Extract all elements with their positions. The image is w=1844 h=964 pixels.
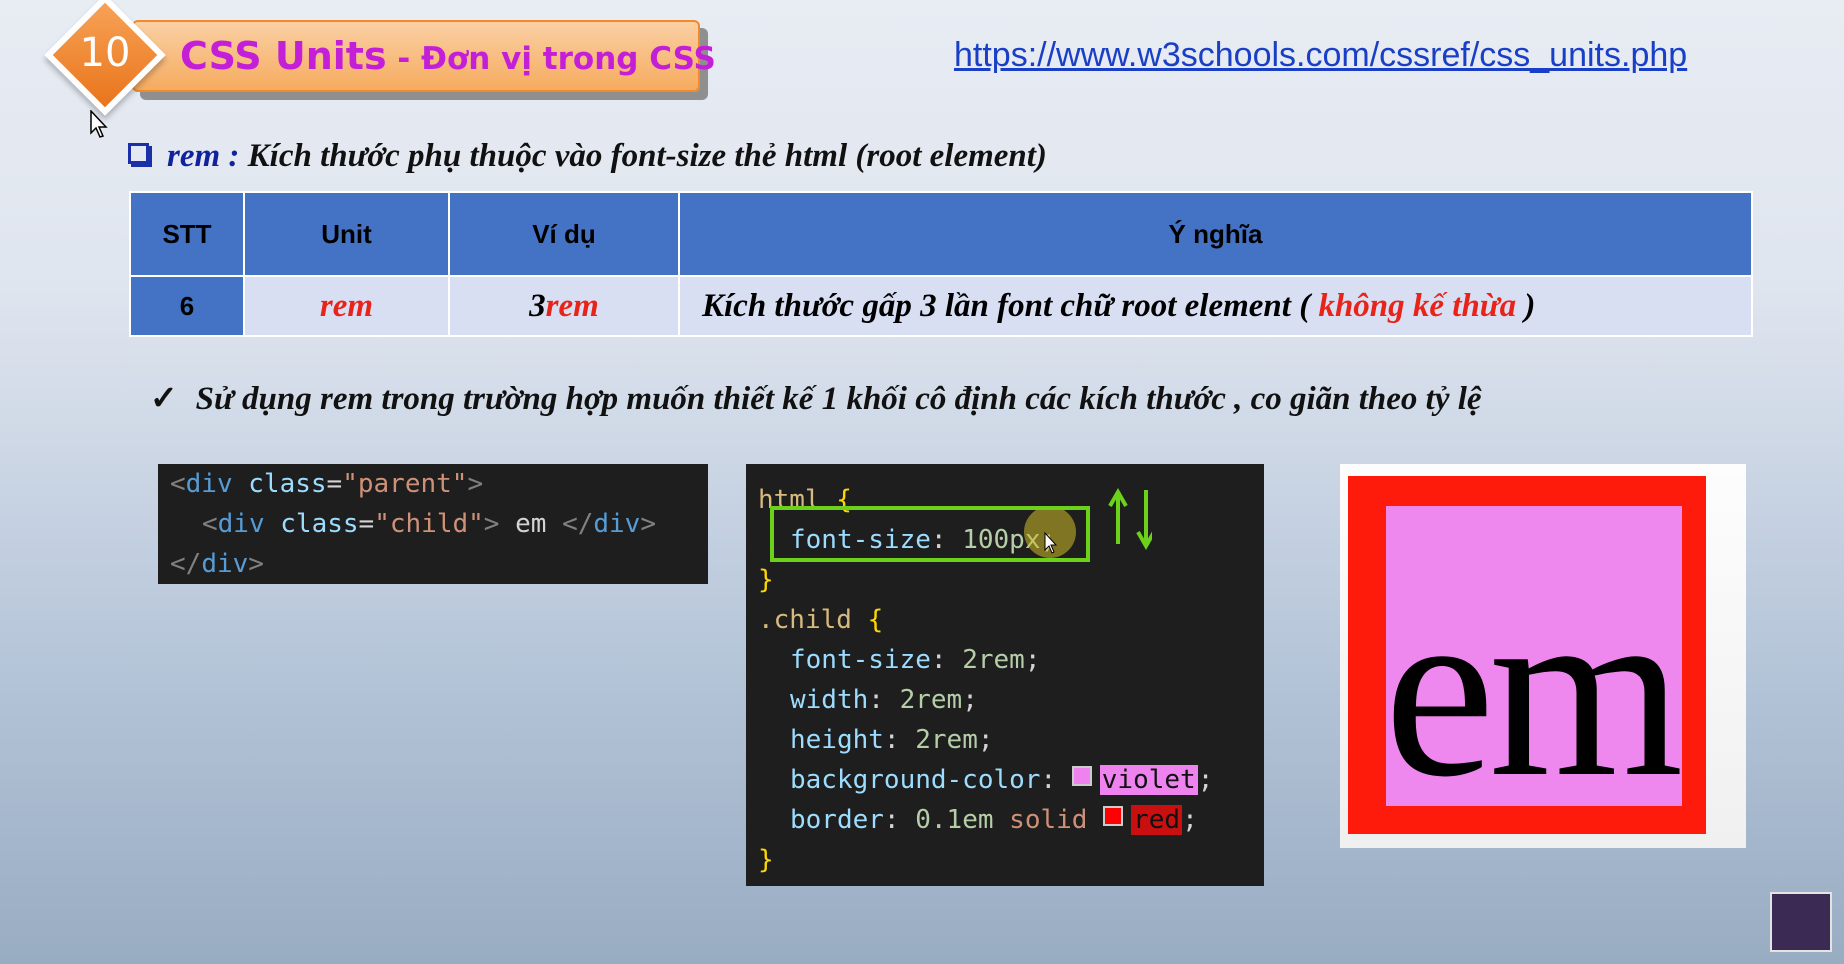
header-unit: Unit xyxy=(243,191,450,277)
code-line: border: 0.1em solid red; xyxy=(790,805,1198,835)
meaning-end: ) xyxy=(1516,287,1536,324)
pointer-icon xyxy=(1044,532,1058,554)
reference-link[interactable]: https://www.w3schools.com/cssref/css_uni… xyxy=(954,36,1687,75)
table-header-row: STT Unit Ví dụ Ý nghĩa xyxy=(129,191,1753,277)
example-unit: rem xyxy=(545,287,599,324)
code-line: <div class="child"> em </div> xyxy=(202,509,656,539)
code-line: font-size: 2rem; xyxy=(790,645,1041,675)
checkbox-bullet-icon xyxy=(128,143,149,164)
violet-swatch-icon[interactable] xyxy=(1071,766,1092,786)
highlight-box xyxy=(770,506,1090,562)
code-line: background-color: violet; xyxy=(790,765,1214,795)
rem-description: Kích thước phụ thuộc vào font-size thẻ h… xyxy=(239,138,1047,174)
lesson-number: 10 xyxy=(79,30,131,76)
code-line: .child { xyxy=(758,605,884,635)
red-swatch-icon[interactable] xyxy=(1103,806,1124,826)
code-line: height: 2rem; xyxy=(790,725,994,755)
usage-note: ✓ Sử dụng rem trong trường hợp muốn thiết… xyxy=(150,378,1482,418)
code-line: } xyxy=(758,565,774,595)
example-number: 3 xyxy=(529,287,546,324)
code-line: width: 2rem; xyxy=(790,685,978,715)
table-row: 6 rem 3rem Kích thước gấp 3 lần font chữ… xyxy=(129,275,1753,337)
cell-meaning: Kích thước gấp 3 lần font chữ root eleme… xyxy=(678,275,1753,337)
html-code-panel: <div class="parent"> <div class="child">… xyxy=(158,464,708,584)
title-sub: - Đơn vị trong CSS xyxy=(386,41,716,77)
header-stt: STT xyxy=(129,191,245,277)
units-table: STT Unit Ví dụ Ý nghĩa 6 rem 3rem Kích t… xyxy=(129,191,1753,337)
code-line: <div class="parent"> xyxy=(170,469,484,499)
check-icon: ✓ xyxy=(150,381,178,417)
code-line: </div> xyxy=(170,549,264,579)
title-main: CSS Units xyxy=(180,34,387,78)
resize-arrows-icon xyxy=(1108,487,1152,551)
channel-avatar-icon[interactable] xyxy=(1770,892,1832,952)
preview-text: em xyxy=(1384,552,1683,829)
rem-heading: rem : Kích thước phụ thuộc vào font-size… xyxy=(128,138,1047,175)
rem-keyword: rem : xyxy=(167,138,240,174)
header-example: Ví dụ xyxy=(448,191,680,277)
cell-unit: rem xyxy=(243,275,450,337)
meaning-highlight: không kế thừa xyxy=(1318,287,1517,324)
usage-note-text: Sử dụng rem trong trường hợp muốn thiết … xyxy=(195,381,1482,417)
cell-example: 3rem xyxy=(448,275,680,337)
header-meaning: Ý nghĩa xyxy=(678,191,1753,277)
meaning-text: Kích thước gấp 3 lần font chữ root eleme… xyxy=(702,287,1319,324)
code-line: } xyxy=(758,845,774,875)
slide-title: CSS Units - Đơn vị trong CSS xyxy=(180,34,716,84)
render-preview: em xyxy=(1340,464,1746,848)
cell-stt: 6 xyxy=(129,275,245,337)
mouse-cursor-icon xyxy=(90,110,108,138)
